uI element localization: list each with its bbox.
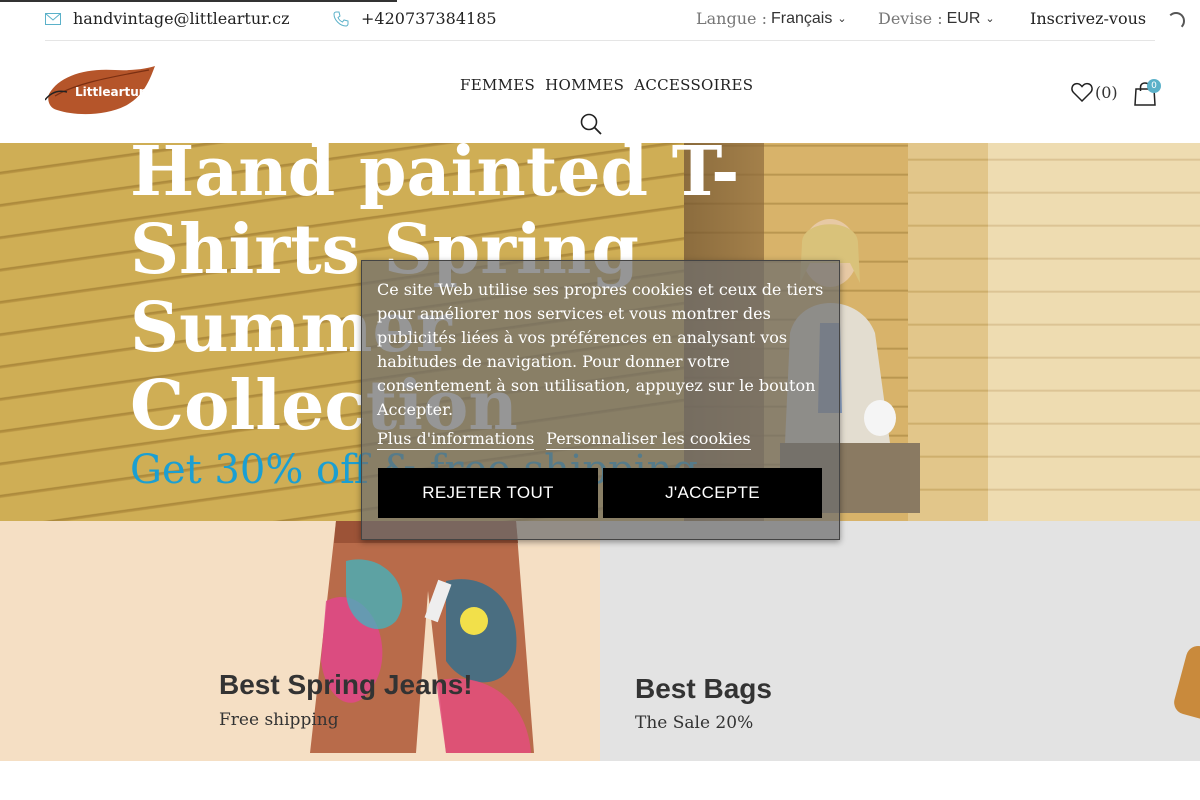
phone-icon (333, 11, 349, 27)
wishlist-button[interactable]: (0) (1071, 82, 1118, 102)
banner-left-subtitle: Free shipping (219, 710, 339, 730)
cart-count-badge: 0 (1147, 79, 1161, 93)
cookie-customize-link[interactable]: Personnaliser les cookies (546, 429, 751, 450)
banner-spring-jeans[interactable]: Best Spring Jeans! Free shipping (0, 521, 600, 761)
top-bar: handvintage@littleartur.cz +420737384185… (45, 0, 1155, 41)
contact-phone[interactable]: +420737384185 (333, 9, 497, 28)
cookie-more-info-link[interactable]: Plus d'informations (377, 429, 535, 450)
cookie-consent-dialog: Ce site Web utilise ses propres cookies … (361, 260, 840, 540)
wishlist-count: (0) (1095, 82, 1118, 102)
contact-phone-text: +420737384185 (361, 9, 497, 28)
mail-icon (45, 12, 61, 25)
language-value: Français (770, 9, 833, 27)
hero-wall-image-light (988, 143, 1200, 521)
reject-all-button[interactable]: REJETER TOUT (378, 468, 598, 518)
currency-label: Devise : (878, 9, 943, 28)
contact-email[interactable]: handvintage@littleartur.cz (45, 9, 290, 28)
currency-value: EUR (946, 9, 981, 27)
jeans-image (310, 521, 534, 753)
banner-right-title: Best Bags (635, 673, 772, 704)
nav-item-femmes[interactable]: FEMMES (460, 76, 535, 94)
nav-item-hommes[interactable]: HOMMES (545, 76, 624, 94)
contact-email-text: handvintage@littleartur.cz (73, 9, 290, 28)
language-selector[interactable]: Langue : Français ⌄ (696, 9, 847, 28)
logo-text: Littleartur (75, 85, 145, 99)
language-label: Langue : (696, 9, 767, 28)
nav-item-accessoires[interactable]: ACCESSOIRES (634, 76, 753, 94)
cookie-links: Plus d'informations Personnaliser les co… (377, 429, 751, 450)
banner-left-title: Best Spring Jeans! (219, 669, 473, 700)
banner-best-bags[interactable]: Best Bags The Sale 20% (600, 521, 1200, 761)
cookie-message: Ce site Web utilise ses propres cookies … (377, 280, 824, 419)
chevron-down-icon: ⌄ (985, 12, 995, 25)
accept-button[interactable]: J'ACCEPTE (603, 468, 822, 518)
heart-icon (1071, 82, 1093, 102)
banner-right-subtitle: The Sale 20% (635, 713, 754, 733)
site-logo[interactable]: Littleartur (45, 66, 157, 116)
loading-spinner-icon (1167, 12, 1185, 30)
chevron-down-icon: ⌄ (837, 12, 847, 25)
signup-link[interactable]: Inscrivez-vous (1030, 9, 1146, 28)
main-nav: FEMMES HOMMES ACCESSOIRES (460, 76, 753, 94)
bag-image (1171, 643, 1200, 719)
currency-selector[interactable]: Devise : EUR ⌄ (878, 9, 995, 28)
search-icon[interactable] (580, 113, 602, 135)
